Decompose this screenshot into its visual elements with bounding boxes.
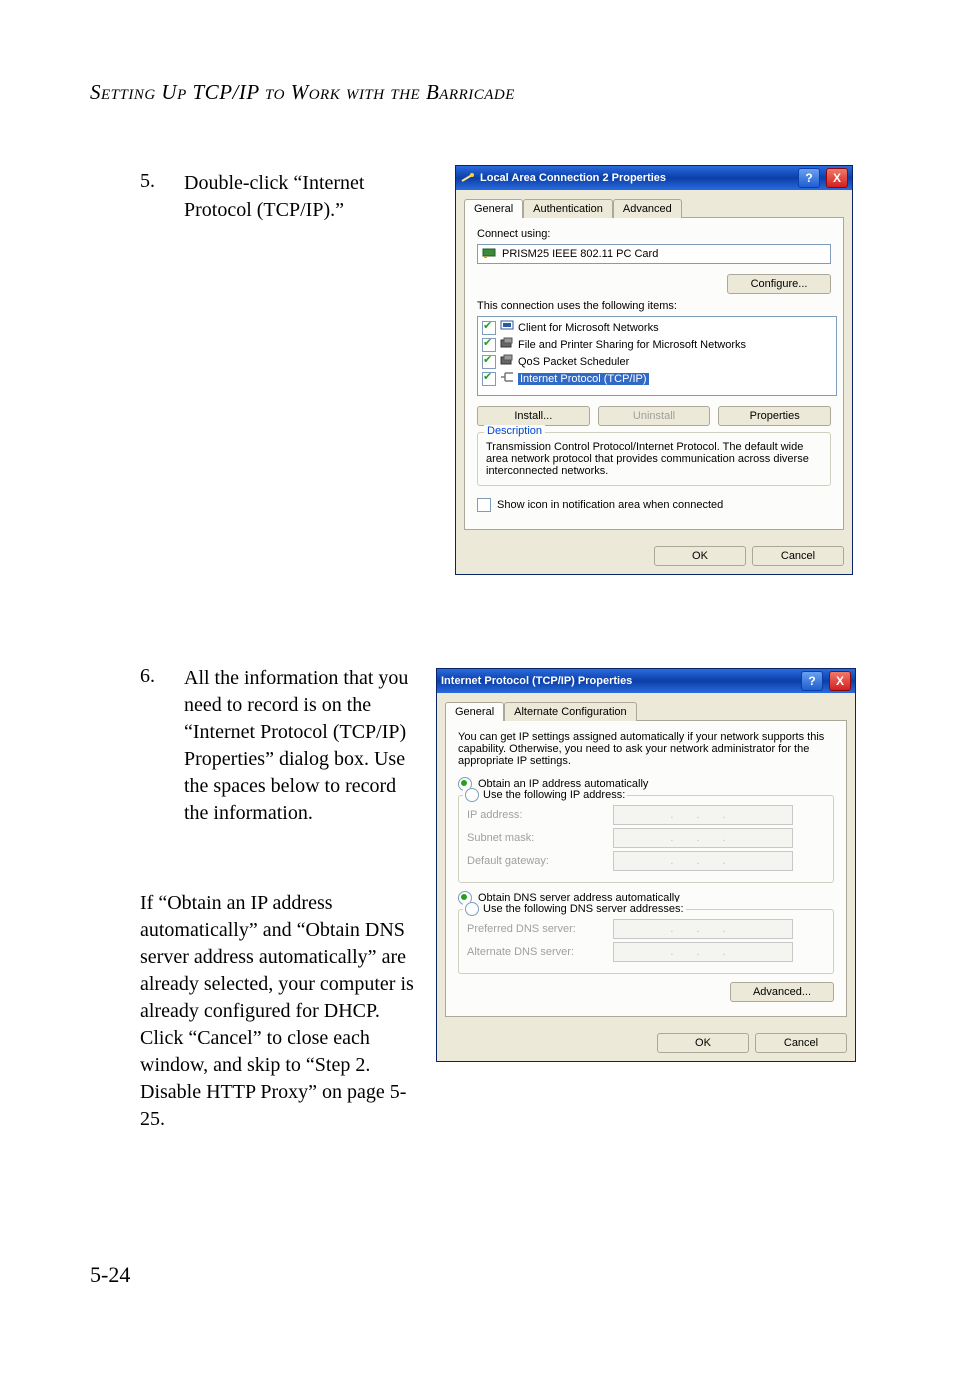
show-icon-checkbox[interactable] bbox=[477, 498, 491, 512]
adapter-name: PRISM25 IEEE 802.11 PC Card bbox=[502, 248, 658, 260]
page-number: 5-24 bbox=[90, 1262, 130, 1288]
dialog-lan-properties: Local Area Connection 2 Properties ? X G… bbox=[455, 165, 853, 575]
close-button[interactable]: X bbox=[829, 671, 851, 691]
step-5-number: 5. bbox=[140, 170, 180, 193]
list-item-label: QoS Packet Scheduler bbox=[518, 356, 629, 368]
dns-group: Use the following DNS server addresses: … bbox=[458, 909, 834, 974]
radio-use-dns[interactable] bbox=[465, 902, 479, 916]
ok-button[interactable]: OK bbox=[654, 546, 746, 566]
dialog1-panel: Connect using: PRISM25 IEEE 802.11 PC Ca… bbox=[464, 217, 844, 530]
cancel-button[interactable]: Cancel bbox=[755, 1033, 847, 1053]
properties-button[interactable]: Properties bbox=[718, 406, 831, 426]
dialog1-tabs: General Authentication Advanced bbox=[464, 198, 844, 217]
show-icon-label: Show icon in notification area when conn… bbox=[497, 499, 723, 511]
checkbox-icon[interactable] bbox=[482, 355, 496, 369]
tab-general[interactable]: General bbox=[464, 199, 523, 218]
list-item-label: Internet Protocol (TCP/IP) bbox=[518, 373, 649, 385]
page-heading: Setting Up TCP/IP to Work with the Barri… bbox=[90, 80, 515, 105]
configure-button[interactable]: Configure... bbox=[727, 274, 831, 294]
ip-address-label: IP address: bbox=[467, 809, 607, 821]
ip-address-input[interactable]: . . . bbox=[613, 805, 793, 825]
cancel-button[interactable]: Cancel bbox=[752, 546, 844, 566]
dialog1-footer: OK Cancel bbox=[456, 538, 852, 574]
uninstall-button[interactable]: Uninstall bbox=[598, 406, 711, 426]
use-ip-label: Use the following IP address: bbox=[483, 789, 625, 801]
ip-group: Use the following IP address: IP address… bbox=[458, 795, 834, 883]
dialog2-footer: OK Cancel bbox=[437, 1025, 855, 1061]
connect-using-label: Connect using: bbox=[477, 228, 831, 240]
dialog2-titlebar[interactable]: Internet Protocol (TCP/IP) Properties ? … bbox=[437, 669, 855, 693]
network-card-icon bbox=[482, 247, 496, 262]
items-label: This connection uses the following items… bbox=[477, 300, 831, 312]
tab-alternate[interactable]: Alternate Configuration bbox=[504, 702, 637, 721]
list-item[interactable]: Client for Microsoft Networks bbox=[480, 319, 834, 336]
step-6: 6. All the information that you need to … bbox=[140, 665, 420, 827]
radio-use-ip[interactable] bbox=[465, 788, 479, 802]
dialog2-title: Internet Protocol (TCP/IP) Properties bbox=[441, 675, 632, 687]
intro-text: You can get IP settings assigned automat… bbox=[458, 731, 834, 767]
dialog-tcpip-properties: Internet Protocol (TCP/IP) Properties ? … bbox=[436, 668, 856, 1062]
dialog1-titlebar[interactable]: Local Area Connection 2 Properties ? X bbox=[456, 166, 852, 190]
tab-advanced[interactable]: Advanced bbox=[613, 199, 682, 218]
help-button[interactable]: ? bbox=[801, 671, 823, 691]
checkbox-icon[interactable] bbox=[482, 372, 496, 386]
help-button[interactable]: ? bbox=[798, 168, 820, 188]
close-button[interactable]: X bbox=[826, 168, 848, 188]
list-item[interactable]: QoS Packet Scheduler bbox=[480, 353, 834, 370]
checkbox-icon[interactable] bbox=[482, 338, 496, 352]
adapter-field[interactable]: PRISM25 IEEE 802.11 PC Card bbox=[477, 244, 831, 264]
step-5: 5. Double-click “Internet Protocol (TCP/… bbox=[140, 170, 420, 224]
checkbox-icon[interactable] bbox=[482, 321, 496, 335]
step-6-text: All the information that you need to rec… bbox=[184, 665, 414, 827]
step-5-text: Double-click “Internet Protocol (TCP/IP)… bbox=[184, 170, 414, 224]
subnet-input[interactable]: . . . bbox=[613, 828, 793, 848]
components-listbox[interactable]: Client for Microsoft Networks File and P… bbox=[477, 316, 837, 396]
description-legend: Description bbox=[484, 425, 545, 437]
alt-dns-input[interactable]: . . . bbox=[613, 942, 793, 962]
connection-icon bbox=[460, 171, 474, 185]
tab-general[interactable]: General bbox=[445, 702, 504, 721]
list-item-tcpip[interactable]: Internet Protocol (TCP/IP) bbox=[480, 370, 834, 387]
dialog2-tabs: General Alternate Configuration bbox=[445, 701, 847, 720]
service-icon bbox=[500, 337, 514, 352]
subnet-label: Subnet mask: bbox=[467, 832, 607, 844]
use-dns-label: Use the following DNS server addresses: bbox=[483, 903, 684, 915]
alt-dns-label: Alternate DNS server: bbox=[467, 946, 607, 958]
pref-dns-label: Preferred DNS server: bbox=[467, 923, 607, 935]
protocol-icon bbox=[500, 371, 514, 386]
advanced-button[interactable]: Advanced... bbox=[730, 982, 834, 1002]
tab-authentication[interactable]: Authentication bbox=[523, 199, 613, 218]
list-item-label: File and Printer Sharing for Microsoft N… bbox=[518, 339, 746, 351]
dialog2-panel: You can get IP settings assigned automat… bbox=[445, 720, 847, 1017]
pref-dns-input[interactable]: . . . bbox=[613, 919, 793, 939]
step-6-number: 6. bbox=[140, 665, 180, 688]
dialog1-title: Local Area Connection 2 Properties bbox=[480, 172, 666, 184]
service-icon bbox=[500, 354, 514, 369]
description-text: Transmission Control Protocol/Internet P… bbox=[486, 441, 809, 477]
install-button[interactable]: Install... bbox=[477, 406, 590, 426]
body-paragraph: If “Obtain an IP address automatically” … bbox=[140, 890, 420, 1133]
ok-button[interactable]: OK bbox=[657, 1033, 749, 1053]
list-item[interactable]: File and Printer Sharing for Microsoft N… bbox=[480, 336, 834, 353]
gateway-input[interactable]: . . . bbox=[613, 851, 793, 871]
gateway-label: Default gateway: bbox=[467, 855, 607, 867]
description-group: Description Transmission Control Protoco… bbox=[477, 432, 831, 486]
client-icon bbox=[500, 320, 514, 335]
list-item-label: Client for Microsoft Networks bbox=[518, 322, 659, 334]
